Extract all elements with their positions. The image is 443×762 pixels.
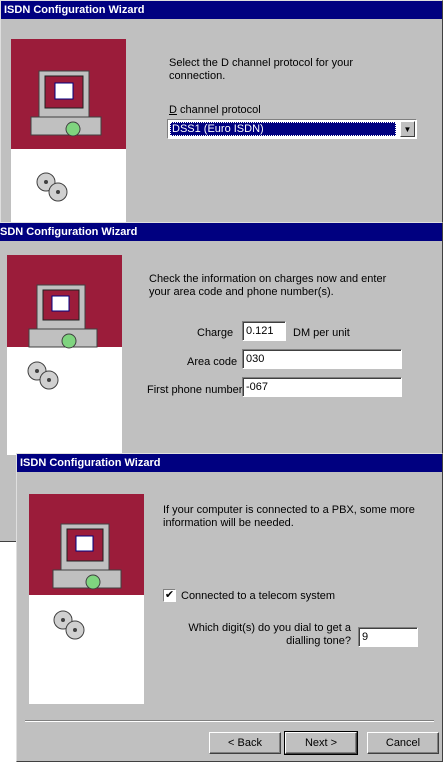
wizard-window-1: ISDN Configuration Wizard Select the D c… [0,0,443,260]
wizard-illustration [29,494,144,704]
charge-unit-label: DM per unit [293,327,350,339]
area-code-input[interactable]: 030 [242,349,402,369]
wizard-illustration [7,255,122,455]
button-separator [25,720,434,722]
window-title-1: ISDN Configuration Wizard [1,1,442,19]
computer-icon [27,284,98,390]
digit-question-line-1: Which digit(s) do you dial to get a [188,622,351,634]
dial-digit-input[interactable]: 9 [358,627,418,647]
cancel-button[interactable]: Cancel [367,732,439,754]
chevron-down-icon[interactable]: ▼ [400,121,415,137]
instruction-text-2: Check the information on charges now and… [149,273,387,298]
first-phone-input[interactable]: -067 [242,377,402,397]
area-code-label: Area code [187,356,238,368]
computer-icon [52,523,122,640]
protocol-label: D channel protocol [169,104,261,116]
next-button[interactable]: Next > [284,731,358,755]
telecom-label: Connected to a telecom system [181,590,336,602]
first-phone-label: First phone number [147,384,243,396]
protocol-select[interactable]: DSS1 (Euro ISDN) ▼ [167,119,417,139]
instruction-text-1: Select the D channel protocol for your c… [169,57,354,82]
window-title-3: ISDN Configuration Wizard [17,454,442,472]
charge-label: Charge [197,327,234,339]
charge-input[interactable]: 0.121 [242,321,286,341]
window-title-2: SDN Configuration Wizard [0,223,442,241]
back-button[interactable]: < Back [209,732,281,754]
digit-question-line-2: dialling tone? [286,635,351,647]
telecom-checkbox[interactable]: ✔ [163,589,176,602]
protocol-selected-value: DSS1 (Euro ISDN) [170,122,396,136]
wizard-window-3: ISDN Configuration Wizard If your comput… [16,453,443,762]
instruction-text-3: If your computer is connected to a PBX, … [163,504,415,529]
